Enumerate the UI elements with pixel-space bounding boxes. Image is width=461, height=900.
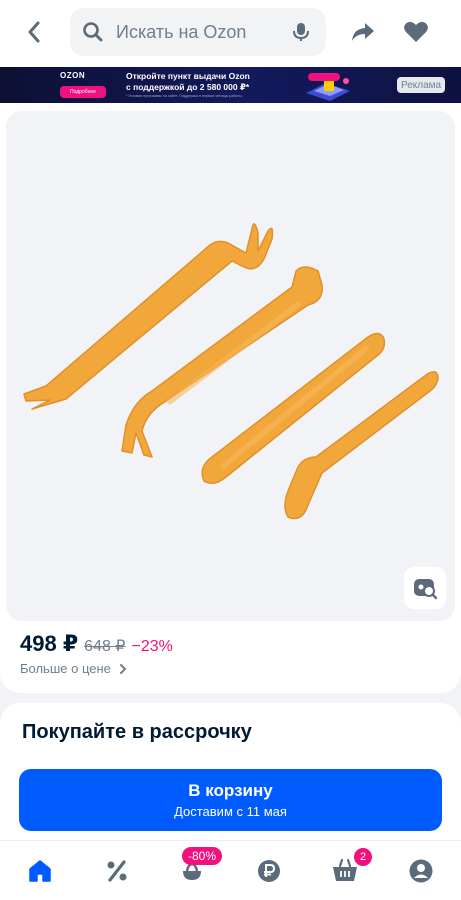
heart-icon (404, 21, 428, 42)
delivery-date-label: Доставим с 11 мая (174, 804, 287, 819)
nav-finance[interactable] (249, 853, 289, 889)
ad-pickup-point-illustration (306, 73, 350, 101)
microphone-icon[interactable] (290, 21, 312, 43)
price-row: 498 ₽ 648 ₽ −23% (20, 631, 173, 657)
ad-label: Реклама (397, 77, 446, 93)
nav-profile[interactable] (401, 853, 441, 889)
ad-more-button[interactable]: Подробнее (60, 86, 106, 98)
sale-badge: -80% (182, 847, 223, 865)
cart-count-badge: 2 (354, 848, 372, 866)
installment-title: Покупайте в рассрочку (22, 721, 252, 743)
nav-home[interactable] (20, 853, 60, 889)
current-price: 498 ₽ (20, 631, 79, 656)
ad-headline: Откройте пункт выдачи Ozon с поддержкой … (126, 71, 306, 93)
share-button[interactable] (350, 20, 376, 44)
discount-percent: −23% (131, 638, 173, 655)
visual-search-button[interactable] (404, 567, 446, 609)
ad-brand-logo: OZON (60, 71, 86, 80)
more-about-price-link[interactable]: Больше о цене (20, 661, 127, 676)
image-search-icon (414, 579, 438, 600)
add-to-cart-label: В корзину (188, 781, 273, 800)
favorite-button[interactable] (403, 20, 429, 44)
search-placeholder: Искать на Ozon (116, 21, 247, 42)
ruble-icon (258, 860, 280, 882)
old-price: 648 ₽ (84, 638, 126, 655)
home-icon (29, 860, 51, 882)
chevron-left-icon (28, 21, 40, 43)
search-icon (83, 22, 103, 42)
percent-icon (107, 860, 127, 882)
product-card: 498 ₽ 648 ₽ −23% Больше о цене (0, 103, 461, 693)
ad-headline-line2: с поддержкой до 2 580 000 ₽* (126, 82, 250, 92)
search-input[interactable]: Искать на Ozon (70, 8, 326, 56)
ad-headline-line1: Откройте пункт выдачи Ozon (126, 71, 250, 81)
product-image-trim-tools (23, 223, 439, 520)
ad-fine-print: * Условия программы на сайте. Поддержка … (126, 94, 243, 98)
add-to-cart-button[interactable]: В корзину Доставим с 11 мая (19, 769, 442, 831)
ad-banner[interactable]: OZON Подробнее Откройте пункт выдачи Ozo… (0, 67, 461, 103)
bottom-navigation: -80% 2 (0, 840, 461, 900)
back-button[interactable] (20, 18, 48, 46)
chevron-right-icon (119, 663, 127, 674)
top-bar: Искать на Ozon (0, 0, 461, 67)
share-icon (352, 23, 374, 41)
product-image-gallery[interactable] (6, 111, 455, 621)
more-about-price-label: Больше о цене (20, 661, 111, 676)
nav-discounts[interactable] (97, 853, 137, 889)
profile-icon (409, 859, 433, 883)
